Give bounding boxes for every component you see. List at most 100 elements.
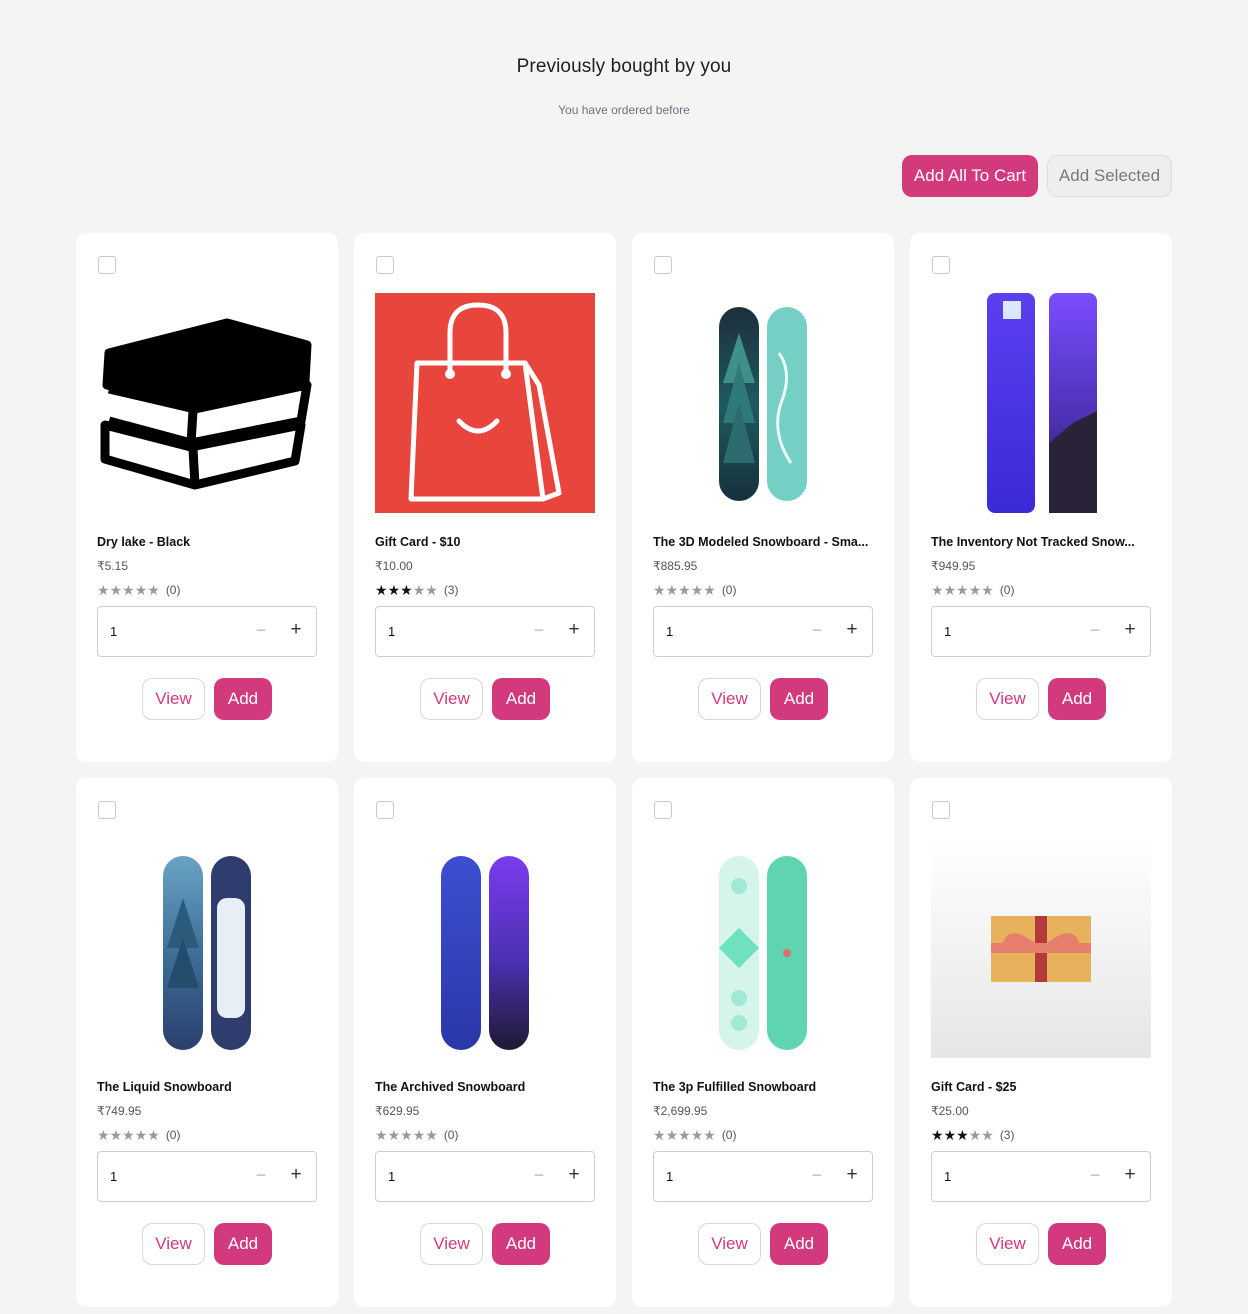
increment-button[interactable]: + xyxy=(843,1164,861,1186)
add-all-to-cart-button[interactable]: Add All To Cart xyxy=(902,155,1038,197)
quantity-value[interactable]: 1 xyxy=(666,624,673,639)
add-button[interactable]: Add xyxy=(492,1223,550,1265)
star-icon: ★ xyxy=(109,1127,123,1143)
add-button[interactable]: Add xyxy=(214,678,272,720)
quantity-stepper: 1 − + xyxy=(653,606,873,657)
product-image[interactable] xyxy=(653,293,873,513)
product-image[interactable] xyxy=(97,838,317,1058)
increment-button[interactable]: + xyxy=(565,619,583,641)
quantity-value[interactable]: 1 xyxy=(110,624,117,639)
star-icon: ★ xyxy=(147,1127,160,1143)
decrement-button[interactable]: − xyxy=(808,620,826,641)
product-rating: ★ ★ ★ ★ ★ (0) xyxy=(653,1128,736,1142)
select-checkbox[interactable] xyxy=(654,256,672,274)
quantity-stepper: 1 − + xyxy=(375,1151,595,1202)
view-button[interactable]: View xyxy=(698,678,761,720)
star-icon: ★ xyxy=(956,582,969,598)
increment-button[interactable]: + xyxy=(1121,1164,1139,1186)
product-image[interactable] xyxy=(931,293,1151,513)
add-button[interactable]: Add xyxy=(492,678,550,720)
select-checkbox[interactable] xyxy=(932,801,950,819)
snowboard-image xyxy=(987,293,1097,513)
select-checkbox[interactable] xyxy=(376,801,394,819)
page-title: Previously bought by you xyxy=(516,56,732,77)
product-name[interactable]: The 3p Fulfilled Snowboard xyxy=(653,1080,875,1094)
view-button[interactable]: View xyxy=(142,1223,205,1265)
quantity-value[interactable]: 1 xyxy=(388,624,395,639)
quantity-value[interactable]: 1 xyxy=(666,1169,673,1184)
view-button[interactable]: View xyxy=(142,678,205,720)
product-name[interactable]: The Inventory Not Tracked Snow... xyxy=(931,535,1153,549)
add-button[interactable]: Add xyxy=(1048,1223,1106,1265)
rating-stars: ★ ★ ★ ★ ★ xyxy=(653,583,716,597)
add-button[interactable]: Add xyxy=(770,678,828,720)
snowboard-image xyxy=(441,856,529,1050)
product-price: ₹5.15 xyxy=(97,559,128,573)
star-icon: ★ xyxy=(678,582,691,598)
product-name[interactable]: The 3D Modeled Snowboard - Sma... xyxy=(653,535,875,549)
view-button[interactable]: View xyxy=(698,1223,761,1265)
star-icon: ★ xyxy=(653,582,666,598)
quantity-stepper: 1 − + xyxy=(97,1151,317,1202)
select-checkbox[interactable] xyxy=(98,801,116,819)
decrement-button[interactable]: − xyxy=(252,1165,270,1186)
product-image[interactable] xyxy=(97,293,317,513)
star-icon: ★ xyxy=(665,582,679,598)
increment-button[interactable]: + xyxy=(287,1164,305,1186)
rating-stars: ★ ★ ★ ★ ★ xyxy=(653,1128,716,1142)
star-icon: ★ xyxy=(425,582,438,598)
quantity-value[interactable]: 1 xyxy=(944,1169,951,1184)
select-checkbox[interactable] xyxy=(376,256,394,274)
quantity-value[interactable]: 1 xyxy=(944,624,951,639)
increment-button[interactable]: + xyxy=(1121,619,1139,641)
quantity-value[interactable]: 1 xyxy=(110,1169,117,1184)
add-selected-button[interactable]: Add Selected xyxy=(1047,155,1172,197)
view-button[interactable]: View xyxy=(420,1223,483,1265)
product-rating: ★ ★ ★ ★ ★ (0) xyxy=(97,583,180,597)
star-icon: ★ xyxy=(931,1127,944,1143)
view-button[interactable]: View xyxy=(976,678,1039,720)
product-rating: ★ ★ ★ ★ ★ (0) xyxy=(375,1128,458,1142)
product-name[interactable]: Dry lake - Black xyxy=(97,535,319,549)
decrement-button[interactable]: − xyxy=(1086,620,1104,641)
quantity-value[interactable]: 1 xyxy=(388,1169,395,1184)
product-card: The Archived Snowboard ₹629.95 ★ ★ ★ ★ ★ (0)… xyxy=(354,778,616,1307)
decrement-button[interactable]: − xyxy=(252,620,270,641)
product-name[interactable]: The Liquid Snowboard xyxy=(97,1080,319,1094)
star-icon: ★ xyxy=(387,582,401,598)
view-button[interactable]: View xyxy=(420,678,483,720)
shopping-bag-icon xyxy=(375,293,595,513)
decrement-button[interactable]: − xyxy=(530,620,548,641)
review-count: (3) xyxy=(999,1128,1015,1142)
decrement-button[interactable]: − xyxy=(530,1165,548,1186)
view-button[interactable]: View xyxy=(976,1223,1039,1265)
decrement-button[interactable]: − xyxy=(808,1165,826,1186)
product-image[interactable] xyxy=(931,838,1151,1058)
add-button[interactable]: Add xyxy=(1048,678,1106,720)
product-name[interactable]: The Archived Snowboard xyxy=(375,1080,597,1094)
snowboard-image xyxy=(163,856,251,1050)
add-button[interactable]: Add xyxy=(770,1223,828,1265)
star-icon: ★ xyxy=(703,1127,716,1143)
select-checkbox[interactable] xyxy=(932,256,950,274)
star-icon: ★ xyxy=(968,1127,982,1143)
product-card: Gift Card - $25 ₹25.00 ★ ★ ★ ★ ★ (3) 1 − + V… xyxy=(910,778,1172,1307)
product-name[interactable]: Gift Card - $10 xyxy=(375,535,597,549)
increment-button[interactable]: + xyxy=(843,619,861,641)
product-image[interactable] xyxy=(375,838,595,1058)
star-icon: ★ xyxy=(425,1127,438,1143)
star-icon: ★ xyxy=(956,1127,969,1143)
decrement-button[interactable]: − xyxy=(1086,1165,1104,1186)
increment-button[interactable]: + xyxy=(565,1164,583,1186)
product-name[interactable]: Gift Card - $25 xyxy=(931,1080,1153,1094)
product-image[interactable] xyxy=(653,838,873,1058)
select-checkbox[interactable] xyxy=(98,256,116,274)
product-price: ₹949.95 xyxy=(931,559,976,573)
product-price: ₹2,699.95 xyxy=(653,1104,708,1118)
add-button[interactable]: Add xyxy=(214,1223,272,1265)
product-image[interactable] xyxy=(375,293,595,513)
product-card: Gift Card - $10 ₹10.00 ★ ★ ★ ★ ★ (3) 1 − + V… xyxy=(354,233,616,762)
product-rating: ★ ★ ★ ★ ★ (0) xyxy=(931,583,1014,597)
increment-button[interactable]: + xyxy=(287,619,305,641)
select-checkbox[interactable] xyxy=(654,801,672,819)
